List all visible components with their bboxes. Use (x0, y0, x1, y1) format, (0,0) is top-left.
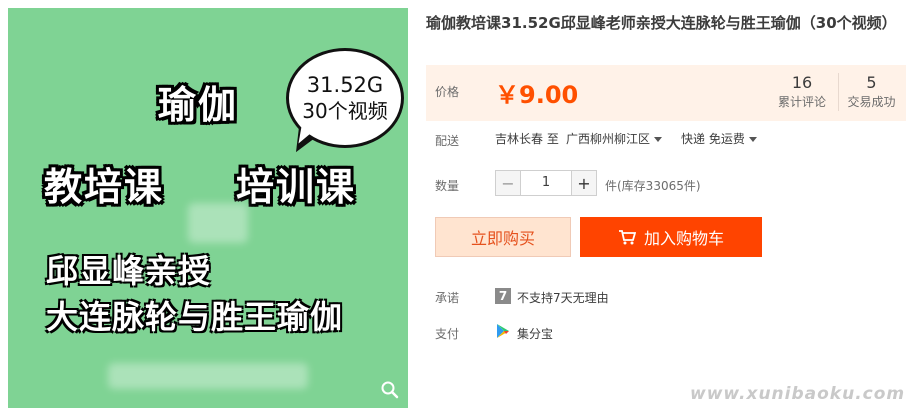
cart-icon (618, 230, 636, 245)
shipping-method: 快递 免运费 (681, 132, 745, 146)
product-image[interactable]: 31.52G 30个视频 瑜伽 教培课 培训课 邱显峰亲授 大连脉轮与胜王瑜伽 (8, 8, 408, 408)
buy-now-button[interactable]: 立即购买 (435, 217, 571, 257)
seven-day-icon: 7 (495, 288, 511, 304)
review-count-stat[interactable]: 16 累计评论 (770, 73, 834, 111)
stock-info: 件(库存33065件) (605, 179, 701, 193)
add-to-cart-button[interactable]: 加入购物车 (580, 217, 762, 257)
blur-patch (188, 203, 248, 243)
sales-count-stat: 5 交易成功 (838, 73, 904, 111)
shipping-destination: 广西柳州柳江区 (566, 132, 651, 146)
watermark: www.xunibaoku.com (690, 384, 906, 404)
shipping-origin: 吉林长春 至 (495, 132, 559, 146)
sales-count: 5 (866, 73, 877, 92)
bubble-video-count: 30个视频 (302, 99, 388, 123)
sales-count-label: 交易成功 (847, 95, 896, 109)
image-subtitle-teacher: 邱显峰亲授 (46, 252, 212, 290)
image-title-yoga: 瑜伽 (158, 83, 239, 127)
bubble-size-text: 31.52G (306, 73, 384, 97)
blur-patch (108, 363, 308, 389)
buy-now-label: 立即购买 (470, 229, 535, 248)
payment-label: 支付 (435, 327, 460, 341)
price-value: ￥9.00 (495, 81, 579, 109)
quantity-label: 数量 (435, 179, 460, 193)
review-count-label: 累计评论 (777, 95, 826, 109)
promise-text[interactable]: 不支持7天无理由 (517, 289, 609, 306)
review-count: 16 (791, 73, 813, 92)
price-panel: 价格 ￥9.00 16 累计评论 5 交易成功 (426, 65, 906, 121)
shipping-label: 配送 (435, 134, 460, 148)
image-subtitle-course: 大连脉轮与胜王瑜伽 (46, 298, 344, 336)
shipping-destination-select[interactable]: 广西柳州柳江区 (566, 130, 663, 147)
product-title: 瑜伽教培课31.52G邱显峰老师亲授大连脉轮与胜王瑜伽（30个视频） (426, 14, 897, 32)
quantity-input[interactable]: 1 (521, 170, 571, 196)
chevron-down-icon (654, 137, 663, 142)
jifenbao-icon (495, 323, 511, 339)
increment-button[interactable]: + (571, 170, 597, 196)
price-label: 价格 (435, 85, 460, 99)
zoom-icon[interactable] (380, 380, 400, 400)
decrement-button[interactable]: − (495, 170, 521, 196)
shipping-method-select[interactable]: 快递 免运费 (681, 130, 757, 147)
quantity-stepper: − 1 + (495, 170, 597, 196)
add-to-cart-label: 加入购物车 (643, 229, 724, 248)
payment-method[interactable]: 集分宝 (517, 325, 553, 342)
image-title-training: 培训课 (236, 165, 357, 209)
promise-label: 承诺 (435, 291, 460, 305)
image-title-teaching: 教培课 (44, 165, 165, 209)
chevron-down-icon (748, 137, 757, 142)
